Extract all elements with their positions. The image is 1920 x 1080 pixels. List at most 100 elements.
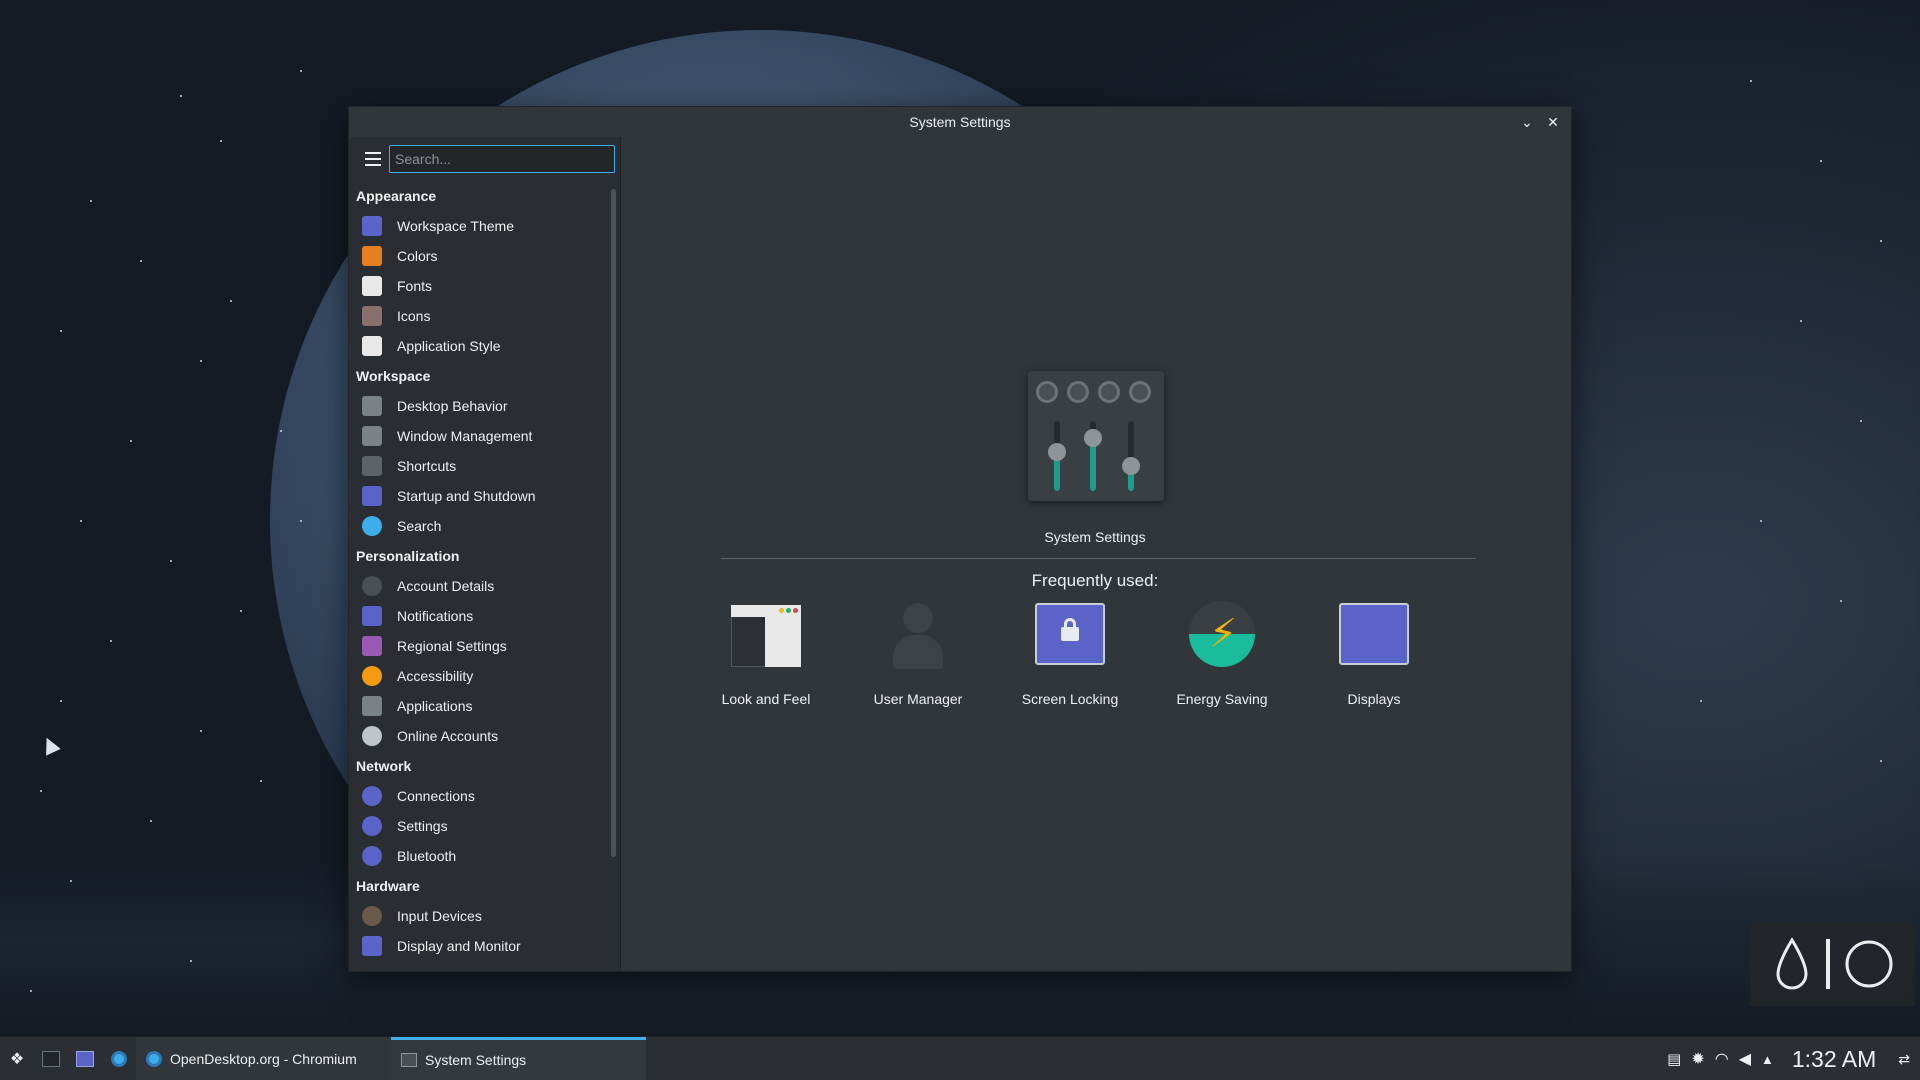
terminal-icon[interactable] bbox=[34, 1037, 68, 1080]
clipboard-icon[interactable]: ▤ bbox=[1667, 1050, 1681, 1068]
sidebar-item-settings[interactable]: Settings bbox=[349, 811, 608, 841]
star bbox=[1880, 240, 1882, 242]
star bbox=[190, 960, 192, 962]
sidebar-item-startup-and-shutdown[interactable]: Startup and Shutdown bbox=[349, 481, 608, 511]
main-panel: System Settings Frequently used: Look an… bbox=[621, 137, 1571, 971]
sidebar-item-colors[interactable]: Colors bbox=[349, 241, 608, 271]
application-style-icon bbox=[362, 336, 382, 356]
star bbox=[60, 330, 62, 332]
system-settings-icon bbox=[401, 1053, 417, 1067]
sidebar-item-label: Fonts bbox=[397, 278, 433, 294]
sidebar-item-label: Input Devices bbox=[397, 908, 482, 924]
frequent-label: Energy Saving bbox=[1176, 691, 1268, 707]
star bbox=[1840, 600, 1842, 602]
sidebar-item-window-management[interactable]: Window Management bbox=[349, 421, 608, 451]
sidebar-item-application-style[interactable]: Application Style bbox=[349, 331, 608, 361]
sidebar-item-label: Notifications bbox=[397, 608, 474, 624]
sidebar-item-label: Online Accounts bbox=[397, 728, 499, 744]
star bbox=[110, 640, 112, 642]
input-devices-icon bbox=[362, 906, 382, 926]
sidebar-item-desktop-behavior[interactable]: Desktop Behavior bbox=[349, 391, 608, 421]
frequent-displays[interactable]: Displays bbox=[1298, 603, 1450, 723]
star bbox=[80, 520, 82, 522]
settings-gear-icon[interactable]: ✹ bbox=[1691, 1049, 1704, 1069]
sidebar-item-icons[interactable]: Icons bbox=[349, 301, 608, 331]
sidebar-item-label: Bluetooth bbox=[397, 848, 457, 864]
sidebar-item-account-details[interactable]: Account Details bbox=[349, 571, 608, 601]
window-controls: ⌄ ✕ bbox=[1517, 112, 1563, 132]
system-settings-window: System Settings ⌄ ✕ Appearance Workspace … bbox=[348, 106, 1572, 972]
knob-icon bbox=[1036, 381, 1058, 403]
volume-icon[interactable]: ◀ bbox=[1739, 1049, 1751, 1069]
window-title: System Settings bbox=[909, 114, 1011, 130]
sidebar-item-applications[interactable]: Applications bbox=[349, 691, 608, 721]
file-manager-icon[interactable] bbox=[68, 1037, 102, 1080]
sidebar-item-accessibility[interactable]: Accessibility bbox=[349, 661, 608, 691]
sidebar-item-display-and-monitor[interactable]: Display and Monitor bbox=[349, 931, 608, 961]
sidebar-item-connections[interactable]: Connections bbox=[349, 781, 608, 811]
task-label: System Settings bbox=[425, 1052, 527, 1068]
frequent-screen-locking[interactable]: Screen Locking bbox=[994, 603, 1146, 723]
sidebar-item-input-devices[interactable]: Input Devices bbox=[349, 901, 608, 931]
tray-expand-icon[interactable]: ▲ bbox=[1761, 1052, 1774, 1067]
sidebar-item-fonts[interactable]: Fonts bbox=[349, 271, 608, 301]
star bbox=[280, 430, 282, 432]
frequent-label: Displays bbox=[1347, 691, 1401, 707]
titlebar[interactable]: System Settings ⌄ ✕ bbox=[349, 107, 1571, 137]
category-header: Workspace bbox=[356, 368, 431, 384]
sidebar-scrollbar[interactable] bbox=[611, 189, 616, 857]
sidebar-item-label: Startup and Shutdown bbox=[397, 488, 536, 504]
sidebar-item-online-accounts[interactable]: Online Accounts bbox=[349, 721, 608, 751]
chromium-icon bbox=[146, 1050, 162, 1067]
star bbox=[1880, 760, 1882, 762]
star bbox=[170, 560, 172, 562]
category-header: Appearance bbox=[356, 188, 437, 204]
frequent-look-and-feel[interactable]: Look and Feel bbox=[690, 603, 842, 723]
star bbox=[70, 880, 72, 882]
chromium-launcher-icon[interactable] bbox=[102, 1037, 136, 1080]
star bbox=[1760, 520, 1762, 522]
star bbox=[1750, 80, 1752, 82]
sidebar-item-label: Accessibility bbox=[397, 668, 474, 684]
sidebar-item-notifications[interactable]: Notifications bbox=[349, 601, 608, 631]
close-button[interactable]: ✕ bbox=[1543, 112, 1563, 132]
star bbox=[60, 700, 62, 702]
panel-settings-icon[interactable]: ⇄ bbox=[1898, 1051, 1910, 1068]
energy-saving-icon: ⚡ bbox=[1185, 601, 1259, 669]
search-input[interactable] bbox=[389, 145, 615, 173]
search-row bbox=[349, 137, 620, 181]
sidebar-item-regional-settings[interactable]: Regional Settings bbox=[349, 631, 608, 661]
desktop-widget[interactable] bbox=[1750, 922, 1915, 1006]
displays-icon bbox=[1337, 603, 1411, 669]
display-monitor-icon bbox=[362, 936, 382, 956]
sidebar-item-label: Connections bbox=[397, 788, 475, 804]
sidebar-item-label: Colors bbox=[397, 248, 438, 264]
sidebar-item-label: Icons bbox=[397, 308, 431, 324]
colors-icon bbox=[362, 246, 382, 266]
sidebar-item-bluetooth[interactable]: Bluetooth bbox=[349, 841, 608, 871]
system-tray: ▤ ✹ ◠ ◀ ▲ 1:32 AM ⇄ bbox=[1667, 1037, 1920, 1080]
task-chromium[interactable]: OpenDesktop.org - Chromium bbox=[136, 1036, 391, 1080]
clock[interactable]: 1:32 AM bbox=[1792, 1046, 1876, 1073]
app-launcher-icon[interactable]: ❖ bbox=[0, 1037, 34, 1080]
star bbox=[30, 990, 32, 992]
sidebar-item-shortcuts[interactable]: Shortcuts bbox=[349, 451, 608, 481]
menu-icon[interactable] bbox=[359, 148, 381, 170]
wifi-icon[interactable]: ◠ bbox=[1715, 1049, 1729, 1069]
sidebar-item-label: Account Details bbox=[397, 578, 495, 594]
frequent-user-manager[interactable]: User Manager bbox=[842, 603, 994, 723]
task-system-settings[interactable]: System Settings bbox=[391, 1036, 646, 1080]
star bbox=[200, 360, 202, 362]
task-label: OpenDesktop.org - Chromium bbox=[170, 1050, 357, 1067]
sidebar-item-search[interactable]: Search bbox=[349, 511, 608, 541]
frequent-energy-saving[interactable]: ⚡ Energy Saving bbox=[1146, 601, 1298, 723]
shortcuts-icon bbox=[362, 456, 382, 476]
mouse-cursor-icon bbox=[39, 734, 61, 756]
star bbox=[180, 95, 182, 97]
minimize-button[interactable]: ⌄ bbox=[1517, 112, 1537, 132]
system-settings-hero-icon bbox=[1028, 371, 1164, 501]
star bbox=[200, 730, 202, 732]
star bbox=[140, 260, 142, 262]
divider bbox=[721, 558, 1476, 559]
sidebar-item-workspace-theme[interactable]: Workspace Theme bbox=[349, 211, 608, 241]
